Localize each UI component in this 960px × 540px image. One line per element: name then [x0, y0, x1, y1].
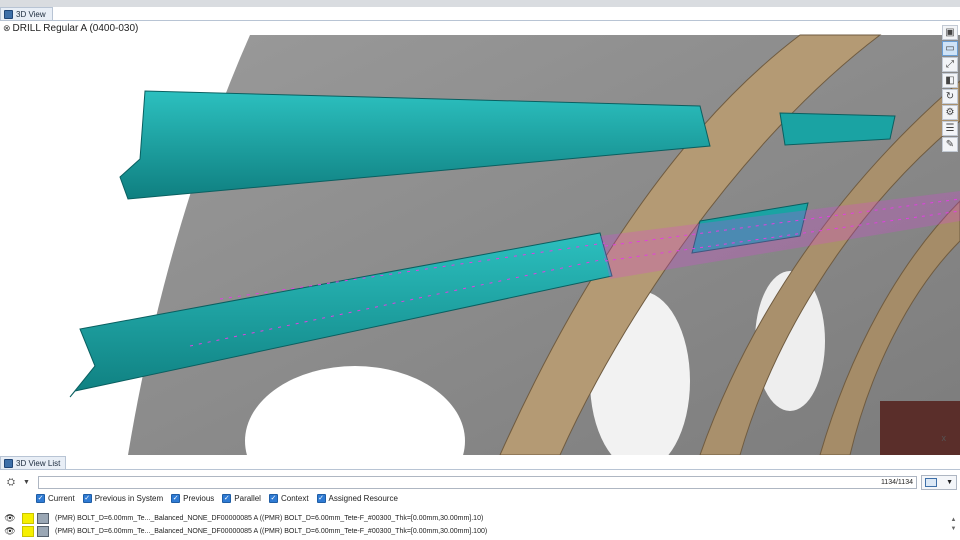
cube-icon[interactable]: ◧ [942, 73, 958, 88]
checkbox-label: Assigned Resource [328, 494, 398, 503]
eye-icon[interactable]: 👁 [3, 526, 17, 537]
app-icon[interactable]: ▣ [942, 25, 958, 40]
checkbox-assigned-resource[interactable]: ✓ [316, 494, 326, 503]
list-item[interactable]: 👁 (PMR) BOLT_D=6.00mm_Te..._Balanced_NON… [0, 512, 948, 525]
checkbox-label: Previous [183, 494, 215, 503]
list-item[interactable]: 👁 (PMR) BOLT_D=6.00mm_Te..._Balanced_NON… [0, 525, 948, 538]
checkbox-label: Context [280, 494, 309, 503]
hierarchy-icon: ⊗ [3, 23, 11, 33]
fit-icon[interactable]: ⤢ [942, 57, 958, 72]
checkbox-previous[interactable]: ✓ [171, 494, 181, 503]
settings-icon[interactable]: ⚙ [942, 105, 958, 120]
checkbox-context[interactable]: ✓ [268, 494, 278, 503]
stringer-upper-far [779, 112, 896, 146]
checkbox-parallel[interactable]: ✓ [222, 494, 232, 503]
panel-tab-label: 3D View List [16, 459, 61, 468]
view-title-text: DRILL Regular A (0400-030) [12, 23, 139, 34]
item-counter: 1134/1134 [880, 479, 913, 486]
scrollbar[interactable]: ▲ ▼ [949, 516, 958, 540]
cube-icon [4, 459, 13, 468]
window-icon [925, 478, 937, 487]
resource-icon [37, 513, 49, 524]
app-window: 3D View ⊗ DRILL Regular A (0400-030) ▣ ▭… [0, 0, 960, 540]
checkbox-current[interactable]: ✓ [36, 494, 45, 503]
view-toolbar: ▣ ▭ ⤢ ◧ ↻ ⚙ ☰ ✎ [942, 25, 958, 152]
scene-drawing [69, 34, 960, 455]
color-swatch [22, 513, 34, 524]
checkbox-previous-in-system[interactable]: ✓ [82, 494, 92, 503]
chevron-down-icon[interactable]: ▼ [23, 479, 30, 486]
layers-icon[interactable]: ☰ [942, 121, 958, 136]
filter-field[interactable]: 1134/1134 [38, 476, 917, 489]
tab-3d-view[interactable]: 3D View [0, 7, 53, 21]
frame-dark [880, 401, 960, 455]
axis-triad: x [941, 433, 947, 443]
eye-icon[interactable]: 👁 [3, 513, 17, 524]
rotate-icon[interactable]: ↻ [942, 89, 958, 104]
title-bar [0, 0, 960, 7]
list-item-text: (PMR) BOLT_D=6.00mm_Te..._Balanced_NONE_… [55, 528, 488, 535]
3d-viewport[interactable]: ⊗ DRILL Regular A (0400-030) ▣ ▭ ⤢ ◧ ↻ ⚙… [0, 21, 960, 455]
view-mode-dropdown[interactable]: ▼ [921, 475, 957, 490]
tab-3d-view-list[interactable]: 3D View List [0, 456, 67, 470]
cube-icon [4, 10, 13, 19]
checkbox-label: Current [48, 494, 75, 503]
list-item-text: (PMR) BOLT_D=6.00mm_Te..._Balanced_NONE_… [55, 515, 484, 522]
filter-icon[interactable]: ⛭ [4, 476, 18, 488]
color-swatch [22, 526, 34, 537]
window-icon[interactable]: ▭ [942, 41, 958, 56]
view-list-panel: ⛭ ▼ 1134/1134 ▼ ✓ Current ✓ Previous in … [0, 470, 960, 540]
view-title: ⊗ DRILL Regular A (0400-030) [3, 23, 138, 34]
resource-icon [37, 526, 49, 537]
erase-icon[interactable]: ✎ [942, 137, 958, 152]
chevron-down-icon: ▼ [946, 479, 953, 486]
filter-checkboxes: ✓ Current ✓ Previous in System ✓ Previou… [32, 494, 399, 503]
checkbox-label: Previous in System [94, 494, 164, 503]
checkbox-label: Parallel [234, 494, 261, 503]
filter-tools: ⛭ ▼ [4, 475, 30, 489]
tab-label: 3D View [16, 10, 46, 19]
